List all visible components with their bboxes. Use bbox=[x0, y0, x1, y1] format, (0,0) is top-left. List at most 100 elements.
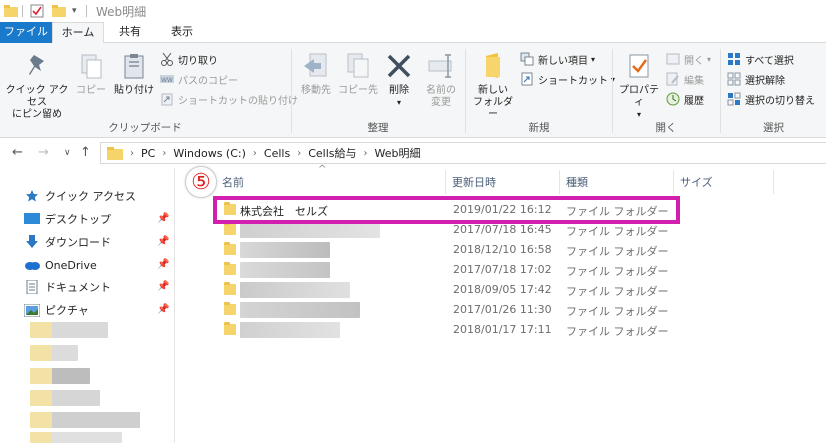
redacted-item bbox=[30, 368, 90, 384]
ribbon-tabs: ファイル ホーム 共有 表示 bbox=[0, 22, 826, 44]
redacted-item bbox=[30, 345, 78, 361]
folder-icon bbox=[224, 302, 236, 315]
tab-home[interactable]: ホーム bbox=[52, 22, 104, 44]
picture-icon bbox=[24, 303, 40, 317]
file-type: ファイル フォルダー bbox=[566, 225, 669, 238]
new-folder-quick-icon[interactable] bbox=[52, 3, 66, 19]
tab-file[interactable]: ファイル bbox=[0, 22, 52, 43]
title-bar: ▾ Web明細 bbox=[0, 0, 826, 22]
file-date: 2018/12/10 16:58 bbox=[453, 243, 552, 256]
breadcrumb-windows-c[interactable]: Windows (C:) bbox=[173, 147, 246, 160]
open-icon bbox=[666, 52, 680, 66]
navigation-pane: クイック アクセス デスクトップ 📌 ダウンロード 📌 OneDrive 📌 ド… bbox=[0, 170, 172, 443]
column-header-name[interactable]: 名前 bbox=[216, 170, 446, 194]
group-label-organize: 整理 bbox=[367, 122, 389, 134]
shortcut-icon bbox=[520, 72, 534, 86]
redacted-item bbox=[30, 412, 140, 428]
properties-check-icon bbox=[624, 51, 654, 81]
file-date: 2017/07/18 16:45 bbox=[453, 223, 552, 236]
table-row[interactable]: 2018/12/10 16:58 ファイル フォルダー bbox=[218, 240, 688, 260]
cut-button[interactable]: 切り取り bbox=[160, 51, 218, 67]
copy-to-button[interactable]: コピー先 bbox=[338, 51, 378, 97]
pin-icon: 📌 bbox=[157, 304, 170, 315]
paste-shortcut-button[interactable]: ショートカットの貼り付け bbox=[160, 91, 298, 107]
up-arrow-icon[interactable]: ↑ bbox=[80, 145, 91, 160]
rename-button[interactable]: 名前の 変更 bbox=[422, 51, 460, 109]
copy-icon bbox=[76, 51, 106, 81]
copy-path-icon: WW bbox=[160, 72, 174, 86]
select-all-button[interactable]: すべて選択 bbox=[727, 51, 794, 67]
table-row[interactable]: 2017/01/26 11:30 ファイル フォルダー bbox=[218, 300, 688, 320]
copy-path-button[interactable]: WW パスのコピー bbox=[160, 71, 238, 87]
column-header-type[interactable]: 種類 bbox=[560, 170, 674, 194]
pin-quick-access-button[interactable]: クイック アクセス にピン留め bbox=[4, 51, 70, 121]
invert-selection-button[interactable]: 選択の切り替え bbox=[727, 91, 815, 107]
address-bar[interactable]: › PC › Windows (C:) › Cells › Cells給与 › … bbox=[100, 142, 826, 164]
table-row[interactable]: 2018/01/17 17:11 ファイル フォルダー bbox=[218, 320, 688, 340]
breadcrumb-web-statement[interactable]: Web明細 bbox=[375, 145, 421, 161]
file-type: ファイル フォルダー bbox=[566, 325, 669, 338]
breadcrumb-cells[interactable]: Cells bbox=[264, 147, 290, 160]
group-label-clipboard: クリップボード bbox=[108, 122, 182, 134]
copy-to-icon bbox=[343, 51, 373, 81]
recent-locations-icon[interactable]: ∨ bbox=[64, 148, 71, 158]
delete-icon bbox=[384, 51, 414, 81]
column-header-date[interactable]: 更新日時 bbox=[446, 170, 560, 194]
nav-item-pictures[interactable]: ピクチャ bbox=[24, 300, 89, 320]
paste-button[interactable]: 貼り付け bbox=[112, 51, 156, 97]
scissors-icon bbox=[160, 52, 174, 66]
rename-icon bbox=[426, 51, 456, 81]
new-folder-icon bbox=[478, 51, 508, 81]
redacted-name bbox=[240, 322, 340, 338]
nav-item-onedrive[interactable]: OneDrive bbox=[24, 255, 97, 275]
breadcrumb-cells-payroll[interactable]: Cells給与 bbox=[308, 145, 356, 161]
select-none-button[interactable]: 選択解除 bbox=[727, 71, 785, 87]
new-folder-button[interactable]: 新しい フォルダー bbox=[470, 51, 516, 121]
redacted-name bbox=[240, 262, 330, 278]
table-row[interactable]: 2017/07/18 17:02 ファイル フォルダー bbox=[218, 260, 688, 280]
pane-divider[interactable] bbox=[174, 168, 175, 443]
redacted-item bbox=[30, 432, 122, 443]
select-none-icon bbox=[727, 72, 741, 86]
back-arrow-icon[interactable]: ← bbox=[12, 145, 23, 160]
invert-selection-icon bbox=[727, 92, 741, 106]
move-to-button[interactable]: 移動先 bbox=[296, 51, 336, 97]
window-title: Web明細 bbox=[96, 5, 147, 19]
pin-icon bbox=[22, 51, 52, 81]
properties-button[interactable]: プロパティ ▾ bbox=[616, 51, 662, 121]
ribbon: クイック アクセス にピン留め コピー 貼り付け 切り取り WW パスのコピー … bbox=[0, 43, 826, 138]
delete-button[interactable]: 削除 ▾ bbox=[384, 51, 414, 109]
table-row[interactable]: 2018/09/05 17:42 ファイル フォルダー bbox=[218, 280, 688, 300]
tab-view[interactable]: 表示 bbox=[160, 22, 204, 43]
redacted-name bbox=[240, 302, 360, 318]
column-header-size[interactable]: サイズ bbox=[674, 170, 774, 194]
cloud-icon bbox=[24, 258, 40, 272]
new-item-button[interactable]: 新しい項目 ▾ bbox=[520, 51, 595, 67]
forward-arrow-icon[interactable]: → bbox=[38, 145, 49, 160]
customize-dropdown-icon[interactable]: ▾ bbox=[72, 3, 77, 19]
new-item-icon bbox=[520, 52, 534, 66]
group-label-new: 新規 bbox=[528, 122, 550, 134]
redacted-name bbox=[240, 222, 380, 238]
pin-icon: 📌 bbox=[157, 236, 170, 247]
move-to-icon bbox=[301, 51, 331, 81]
open-button[interactable]: 開く ▾ bbox=[666, 51, 711, 67]
tab-share[interactable]: 共有 bbox=[108, 22, 152, 43]
step-marker: ⑤ bbox=[185, 166, 217, 198]
history-button[interactable]: 履歴 bbox=[666, 91, 704, 107]
edit-button[interactable]: 編集 bbox=[666, 71, 704, 87]
shortcut-button[interactable]: ショートカット ▾ bbox=[520, 71, 615, 87]
properties-icon[interactable] bbox=[30, 3, 44, 19]
nav-item-documents[interactable]: ドキュメント bbox=[24, 277, 111, 297]
breadcrumb-pc[interactable]: PC bbox=[141, 147, 155, 160]
edit-icon bbox=[666, 72, 680, 86]
nav-item-downloads[interactable]: ダウンロード bbox=[24, 232, 111, 252]
select-all-icon bbox=[727, 52, 741, 66]
pin-icon: 📌 bbox=[157, 259, 170, 270]
nav-item-desktop[interactable]: デスクトップ bbox=[24, 209, 111, 229]
folder-icon bbox=[224, 242, 236, 255]
folder-icon bbox=[107, 146, 123, 160]
nav-item-quick-access[interactable]: クイック アクセス bbox=[24, 186, 136, 206]
copy-button[interactable]: コピー bbox=[76, 51, 106, 97]
file-type: ファイル フォルダー bbox=[566, 245, 669, 258]
